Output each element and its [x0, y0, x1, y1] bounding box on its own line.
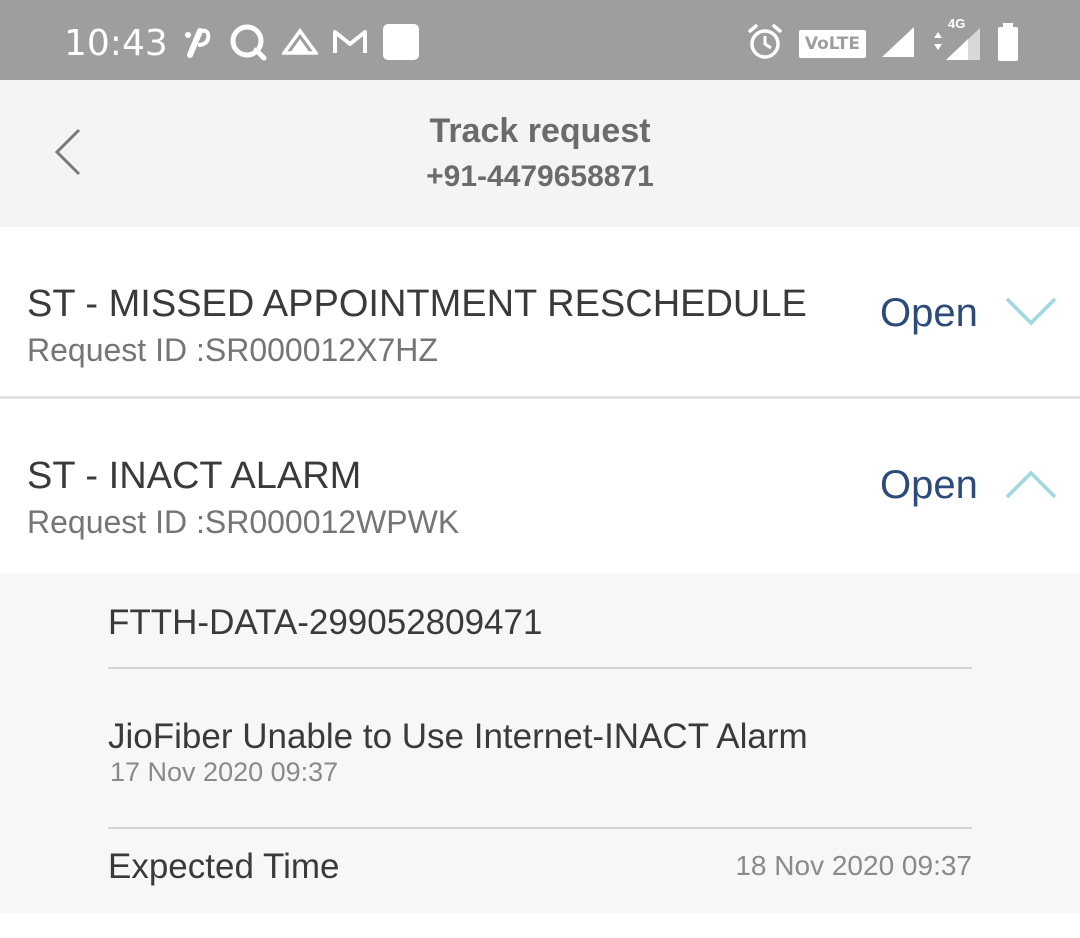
battery-icon [996, 22, 1020, 66]
request-status: Open [880, 463, 978, 507]
issue-description: JioFiber Unable to Use Internet-INACT Al… [108, 717, 808, 756]
network-type-label: 4G [948, 15, 966, 31]
request-title: ST - MISSED APPOINTMENT RESCHEDULE [27, 283, 807, 325]
app-notification-icon [382, 23, 420, 66]
request-details: FTTH-DATA-299052809471 JioFiber Unable t… [0, 573, 1080, 913]
search-app-icon [228, 22, 268, 67]
app-header: Track request +91-4479658871 [0, 80, 1080, 227]
page-title: Track request [429, 112, 651, 150]
mobile-data-signal-icon: 4G [930, 16, 982, 67]
collapse-button[interactable] [1004, 467, 1058, 501]
request-status: Open [880, 291, 978, 335]
divider [108, 827, 972, 829]
request-item[interactable]: ST - INACT ALARM Request ID :SR000012WPW… [0, 399, 1080, 573]
expected-time-value: 18 Nov 2020 09:37 [735, 850, 972, 881]
divider [108, 667, 972, 669]
request-item[interactable]: ST - MISSED APPOINTMENT RESCHEDULE Reque… [0, 227, 1080, 396]
request-id: Request ID :SR000012X7HZ [27, 332, 438, 368]
chevron-up-icon [1004, 470, 1058, 505]
request-title: ST - INACT ALARM [27, 455, 362, 497]
account-number: +91-4479658871 [426, 160, 654, 193]
expand-button[interactable] [1004, 295, 1058, 329]
service-id: FTTH-DATA-299052809471 [108, 603, 543, 642]
issue-timestamp: 17 Nov 2020 09:37 [110, 757, 339, 787]
gmail-icon [332, 28, 368, 61]
status-bar: 10:43 VoLTE 4G [0, 0, 1080, 80]
bank-app-icon [180, 25, 214, 64]
chevron-down-icon [1004, 297, 1058, 333]
notification-icons [180, 22, 420, 67]
system-status-icons: VoLTE 4G [745, 16, 1020, 67]
signal-icon [880, 25, 916, 64]
expected-time-label: Expected Time [108, 847, 340, 886]
status-time: 10:43 [64, 23, 168, 64]
request-id: Request ID :SR000012WPWK [27, 504, 460, 540]
alarm-icon [745, 22, 785, 67]
payment-app-icon [280, 27, 320, 62]
volte-badge: VoLTE [798, 30, 866, 58]
